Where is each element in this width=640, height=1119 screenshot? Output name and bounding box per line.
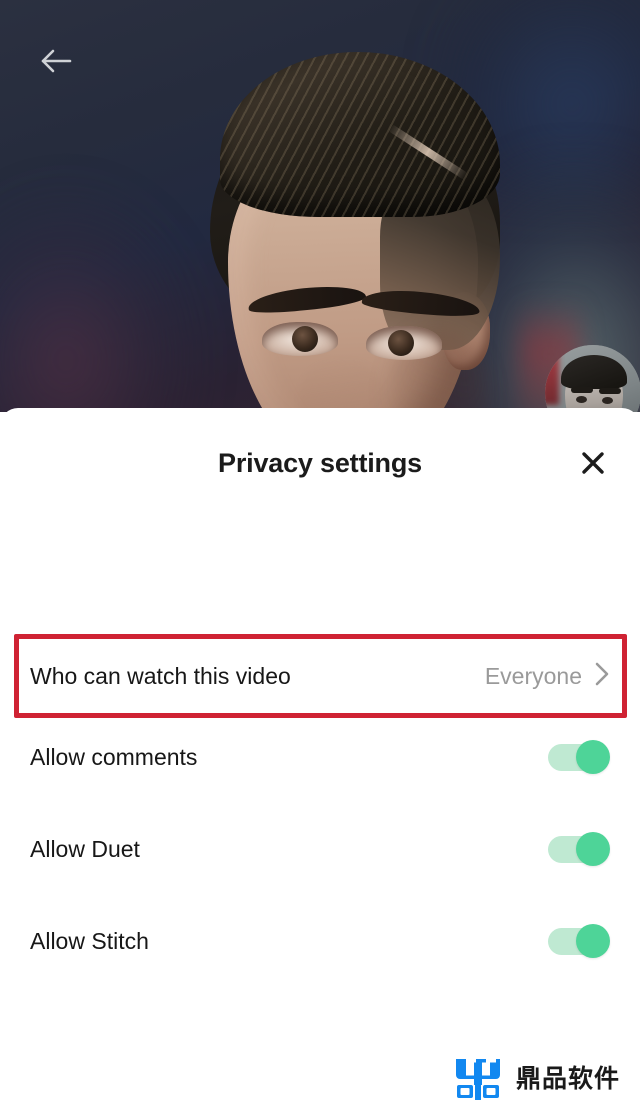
- video-subject-portrait: [150, 30, 530, 412]
- avatar-red-accent: [545, 345, 559, 405]
- chevron-right-icon: [594, 661, 610, 692]
- privacy-settings-sheet: Privacy settings Who can watch this vide…: [0, 408, 640, 1119]
- toggle-allow-stitch[interactable]: [548, 924, 610, 958]
- row-allow-comments-label: Allow comments: [30, 743, 198, 770]
- row-who-can-watch[interactable]: Who can watch this video Everyone: [0, 634, 640, 718]
- subject-eye-left: [262, 322, 338, 356]
- subject-eye-right: [366, 326, 442, 360]
- settings-rows: Who can watch this video Everyone Allow …: [0, 518, 640, 980]
- watermark-text: 鼎品软件: [515, 1064, 620, 1093]
- row-allow-duet[interactable]: Allow Duet: [0, 810, 640, 888]
- toggle-knob: [576, 924, 610, 958]
- toggle-allow-duet[interactable]: [548, 832, 610, 866]
- watermark: 鼎品软件: [452, 1053, 620, 1101]
- page-title: Privacy settings: [218, 447, 422, 478]
- row-allow-comments[interactable]: Allow comments: [0, 718, 640, 796]
- subject-iris-left: [292, 326, 318, 352]
- row-who-can-watch-value: Everyone: [484, 662, 582, 689]
- close-x-icon: [578, 448, 608, 483]
- sheet-header: Privacy settings: [0, 408, 640, 518]
- toggle-allow-comments[interactable]: [548, 740, 610, 774]
- subject-hair-quiff: [220, 52, 500, 217]
- back-arrow-icon: [40, 48, 74, 74]
- avatar-eyebrow-right: [599, 388, 621, 394]
- row-who-can-watch-value-group: Everyone: [485, 661, 610, 692]
- creator-avatar[interactable]: [545, 345, 640, 412]
- row-allow-stitch-label: Allow Stitch: [30, 927, 149, 954]
- toggle-knob: [576, 740, 610, 774]
- toggle-knob: [576, 832, 610, 866]
- avatar-eyebrow-left: [571, 387, 593, 393]
- close-button[interactable]: [572, 444, 614, 486]
- subject-iris-right: [388, 330, 414, 356]
- ding-logo-icon: [452, 1053, 504, 1101]
- row-gap: [0, 888, 640, 902]
- back-button[interactable]: [34, 38, 80, 84]
- video-player-background[interactable]: [0, 0, 640, 412]
- avatar-eye-right: [602, 397, 613, 404]
- row-who-can-watch-label: Who can watch this video: [30, 662, 291, 689]
- row-gap: [0, 796, 640, 810]
- app-screen: Privacy settings Who can watch this vide…: [0, 0, 640, 1119]
- row-allow-stitch[interactable]: Allow Stitch: [0, 902, 640, 980]
- row-allow-duet-label: Allow Duet: [30, 835, 140, 862]
- avatar-eye-left: [576, 396, 587, 403]
